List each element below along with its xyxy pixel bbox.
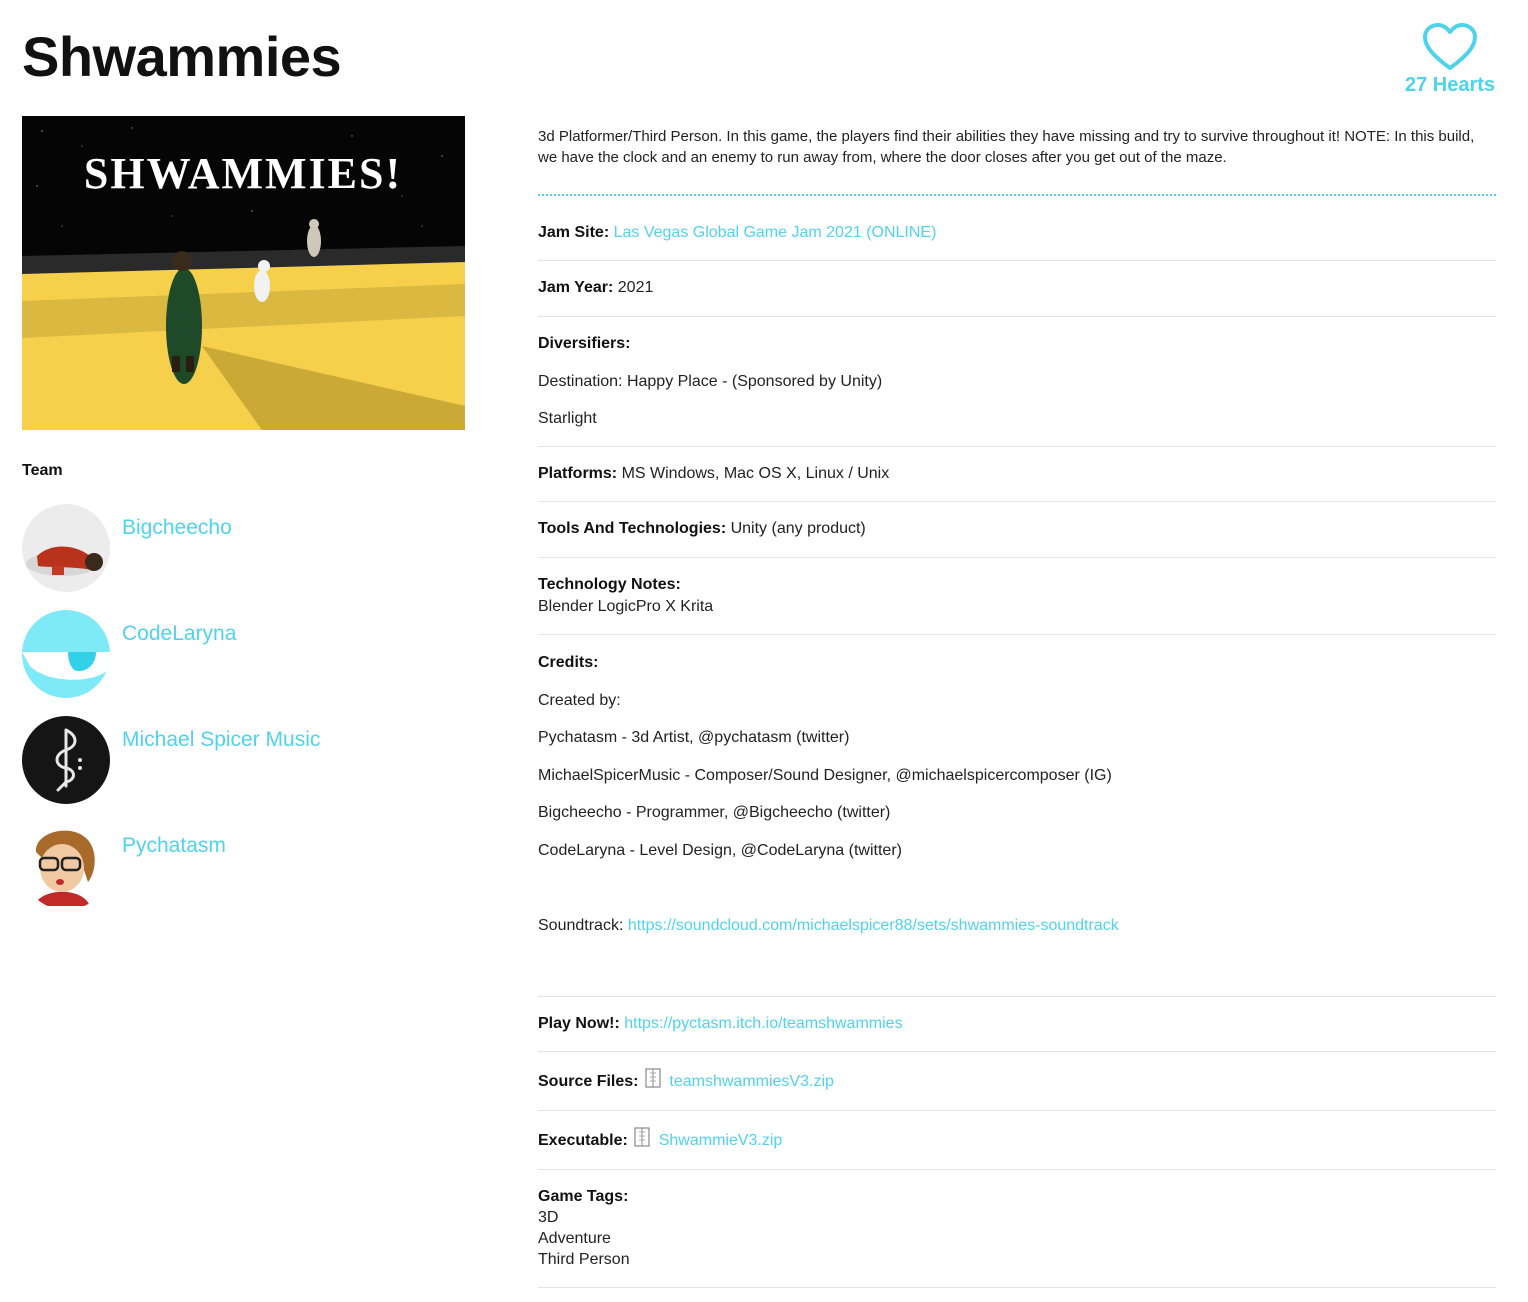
game-tags-label: Game Tags: (538, 1188, 629, 1205)
play-now-label: Play Now!: (538, 1015, 620, 1032)
jam-site-link[interactable]: Las Vegas Global Game Jam 2021 (ONLINE) (614, 224, 937, 241)
play-now-link[interactable]: https://pyctasm.itch.io/teamshwammies (624, 1015, 902, 1032)
credits-row: Credits: Created by: Pychatasm - 3d Arti… (538, 635, 1496, 997)
game-tags-row: Game Tags: 3D Adventure Third Person (538, 1170, 1496, 1288)
hearts-count: 27 Hearts (1404, 74, 1496, 96)
platforms-row: Platforms: MS Windows, Mac OS X, Linux /… (538, 447, 1496, 502)
executable-link[interactable]: ShwammieV3.zip (659, 1132, 783, 1149)
avatar[interactable] (22, 716, 110, 804)
jam-year-label: Jam Year: (538, 279, 614, 296)
team-member: Bigcheecho (22, 504, 462, 592)
game-tag: Third Person (538, 1251, 630, 1268)
diversifier-item: Starlight (538, 410, 597, 427)
credits-line: Created by: (538, 692, 621, 709)
tech-notes-value: Blender LogicPro X Krita (538, 598, 714, 615)
avatar[interactable] (22, 610, 110, 698)
source-files-label: Source Files: (538, 1073, 639, 1090)
executable-label: Executable: (538, 1132, 628, 1149)
credits-line: MichaelSpicerMusic - Composer/Sound Desi… (538, 767, 1112, 784)
diversifiers-label: Diversifiers: (538, 335, 631, 352)
jam-site-row: Jam Site: Las Vegas Global Game Jam 2021… (538, 196, 1496, 261)
game-cover-image: SHWAMMIES! (22, 116, 465, 430)
credits-line: Bigcheecho - Programmer, @Bigcheecho (tw… (538, 804, 891, 821)
team-member-link[interactable]: Bigcheecho (122, 516, 232, 540)
avatar[interactable] (22, 504, 110, 592)
team-member: CodeLaryna (22, 610, 462, 698)
source-files-link[interactable]: teamshwammiesV3.zip (669, 1073, 834, 1090)
cover-title-text: SHWAMMIES! (84, 149, 402, 198)
zip-file-icon (634, 1127, 650, 1147)
credits-label: Credits: (538, 654, 599, 671)
team-member-link[interactable]: Michael Spicer Music (122, 728, 320, 752)
tech-notes-row: Technology Notes: Blender LogicPro X Kri… (538, 558, 1496, 635)
executable-row: Executable: ShwammieV3.zip (538, 1111, 1496, 1170)
team-member-link[interactable]: CodeLaryna (122, 622, 236, 646)
game-tag: 3D (538, 1209, 559, 1226)
tools-label: Tools And Technologies: (538, 520, 727, 537)
zip-file-icon (645, 1068, 661, 1088)
tech-notes-label: Technology Notes: (538, 576, 681, 593)
team-member-link[interactable]: Pychatasm (122, 834, 226, 858)
credits-line: Pychatasm - 3d Artist, @pychatasm (twitt… (538, 729, 850, 746)
team-member: Michael Spicer Music (22, 716, 462, 804)
jam-site-label: Jam Site: (538, 224, 610, 241)
soundtrack-label: Soundtrack: (538, 917, 624, 934)
jam-year-row: Jam Year: 2021 (538, 261, 1496, 317)
team-member: Pychatasm (22, 822, 462, 910)
game-tag: Adventure (538, 1230, 611, 1247)
heart-outline-icon (1423, 23, 1477, 70)
hearts-button[interactable]: 27 Hearts (1396, 22, 1504, 97)
avatar[interactable] (22, 822, 110, 910)
soundtrack-link[interactable]: https://soundcloud.com/michaelspicer88/s… (628, 917, 1119, 934)
jam-year-value: 2021 (617, 279, 654, 296)
page-title: Shwammies (22, 25, 342, 88)
tools-row: Tools And Technologies: Unity (any produ… (538, 502, 1496, 558)
platforms-value: MS Windows, Mac OS X, Linux / Unix (621, 465, 890, 482)
play-now-row: Play Now!: https://pyctasm.itch.io/teams… (538, 997, 1496, 1052)
platforms-label: Platforms: (538, 465, 618, 482)
diversifier-item: Destination: Happy Place - (Sponsored by… (538, 373, 883, 390)
game-description: 3d Platformer/Third Person. In this game… (538, 126, 1496, 196)
credits-line: CodeLaryna - Level Design, @CodeLaryna (… (538, 842, 902, 859)
source-files-row: Source Files: teamshwammiesV3.zip (538, 1052, 1496, 1111)
team-heading: Team (22, 462, 63, 479)
tools-value: Unity (any product) (730, 520, 866, 537)
game-details: 3d Platformer/Third Person. In this game… (538, 126, 1496, 1288)
diversifiers-row: Diversifiers: Destination: Happy Place -… (538, 317, 1496, 447)
